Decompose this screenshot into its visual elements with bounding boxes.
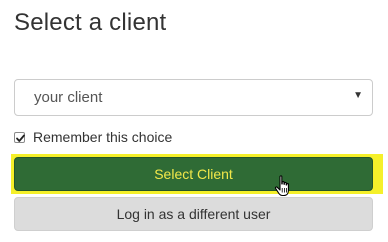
select-client-page: Select a client your client ▼ Remember t… [0, 0, 388, 242]
different-user-button[interactable]: Log in as a different user [14, 197, 373, 231]
select-client-button[interactable]: Select Client [14, 157, 373, 191]
client-select-value: your client [34, 89, 103, 106]
remember-label[interactable]: Remember this choice [33, 129, 172, 145]
client-select[interactable]: your client ▼ [14, 79, 373, 116]
checkmark-icon [16, 134, 25, 142]
caret-down-icon: ▼ [353, 90, 363, 101]
remember-checkbox[interactable] [14, 131, 25, 143]
hand-cursor-icon [274, 175, 289, 197]
page-title: Select a client [14, 9, 167, 36]
remember-choice[interactable]: Remember this choice [14, 128, 172, 146]
